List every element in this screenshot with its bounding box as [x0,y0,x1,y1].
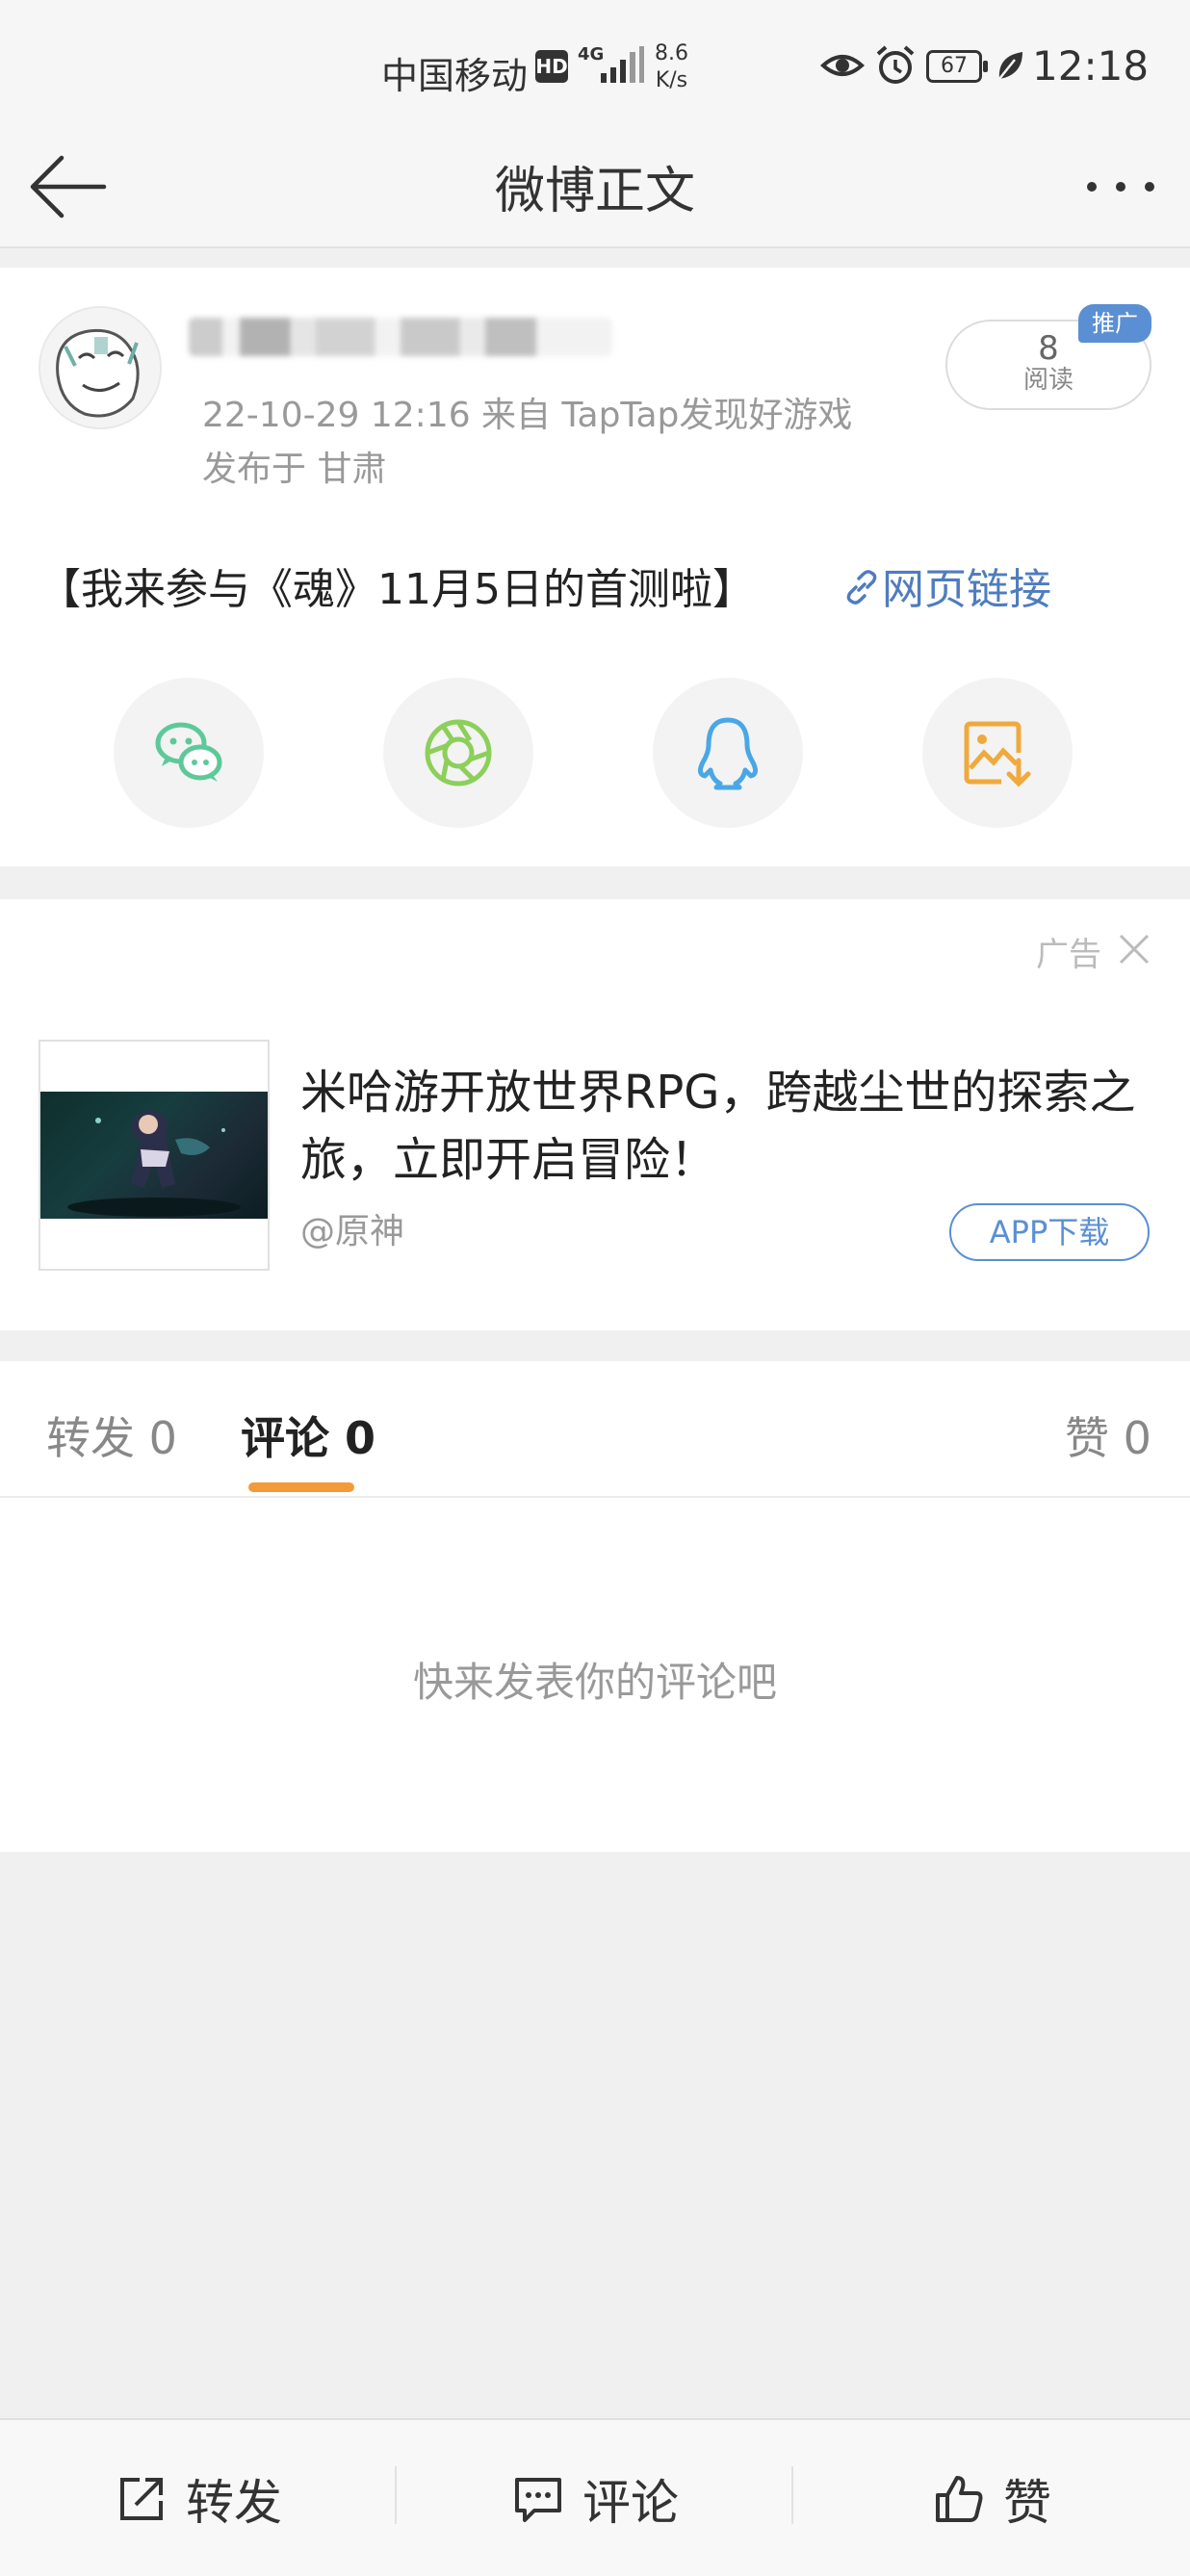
post-location: 发布于 甘肃 [202,450,387,489]
wechat-icon [155,722,222,782]
hd-icon: HD [535,50,568,83]
share-qq-button[interactable] [653,678,803,828]
clock-time: 12:18 [1032,42,1150,90]
ad-title[interactable]: 米哈游开放世界RPG，跨越尘世的探索之旅，立即开启冒险！ [300,1059,1167,1194]
repost-icon [120,2478,163,2520]
comment-button[interactable]: 评论 [397,2420,793,2576]
like-button[interactable]: 赞 [793,2420,1190,2576]
battery-icon: 67 [926,50,988,83]
like-label: 赞 [1003,2475,1051,2531]
network-speed: 8.6 K/s [655,41,688,92]
comment-list: 快来发表你的评论吧 [0,1498,1190,1852]
post-time-source: 22-10-29 12:16 来自 TapTap发现好游戏 [202,396,853,435]
ad-source[interactable]: @原神 [300,1203,404,1253]
repost-label: 转发 [186,2475,282,2531]
avatar-sketch-icon [40,308,160,427]
close-icon[interactable] [1117,932,1151,966]
comment-label: 评论 [582,2475,679,2531]
status-bar: 中国移动 HD 4G 8.6 K/s 67 12:18 [0,0,1190,125]
tab-comment[interactable]: 评论 0 [241,1404,375,1467]
ad-thumbnail[interactable] [39,1040,270,1271]
qq-icon [697,717,759,790]
web-link[interactable]: 网页链接 [841,554,1051,616]
share-wechat-button[interactable] [114,678,264,828]
share-moments-button[interactable] [383,678,533,828]
web-link-label: 网页链接 [882,565,1051,614]
eye-icon [820,55,865,76]
nav-bar: 微博正文 [0,125,1190,248]
game-artwork-image [40,1092,268,1219]
ad-label: 广告 [1036,936,1101,974]
alarm-icon [876,45,915,84]
signal-icon [601,46,644,83]
ad-card[interactable]: 广告 米哈游开放世界RPG，跨越尘世的探索之旅，立即开启冒险！ @原神 APP下… [0,899,1190,1330]
tab-like[interactable]: 赞 0 [1065,1404,1151,1467]
more-options-icon[interactable] [1080,154,1161,219]
comment-icon [515,2478,561,2522]
post-text: 【我来参与《魂》11月5日的首测啦】 [39,565,755,614]
app-download-button[interactable]: APP下载 [949,1203,1150,1261]
game-character-image [67,1110,241,1217]
tab-repost[interactable]: 转发 0 [46,1404,177,1467]
moments-icon [425,719,492,786]
avatar[interactable] [39,306,162,429]
empty-comments-hint: 快来发表你的评论吧 [412,1659,777,1706]
leaf-icon [998,52,1022,80]
active-tab-indicator [248,1482,354,1492]
link-icon [846,570,877,605]
carrier-name: 中国移动 [381,55,529,97]
weibo-post-card: 22-10-29 12:16 来自 TapTap发现好游戏 发布于 甘肃 8 阅… [0,268,1190,866]
interaction-tabs: 转发 0 评论 0 赞 0 [0,1361,1190,1498]
username-blurred[interactable] [189,318,612,356]
promo-tag: 推广 [1078,304,1151,343]
bottom-action-bar: 转发 评论 赞 [0,2418,1190,2576]
save-image-icon [964,721,1031,787]
read-label: 阅读 [1022,366,1074,395]
thumbs-up-icon [936,2476,983,2522]
save-image-button[interactable] [922,678,1073,828]
page-title: 微博正文 [494,163,695,220]
repost-button[interactable]: 转发 [0,2420,397,2576]
